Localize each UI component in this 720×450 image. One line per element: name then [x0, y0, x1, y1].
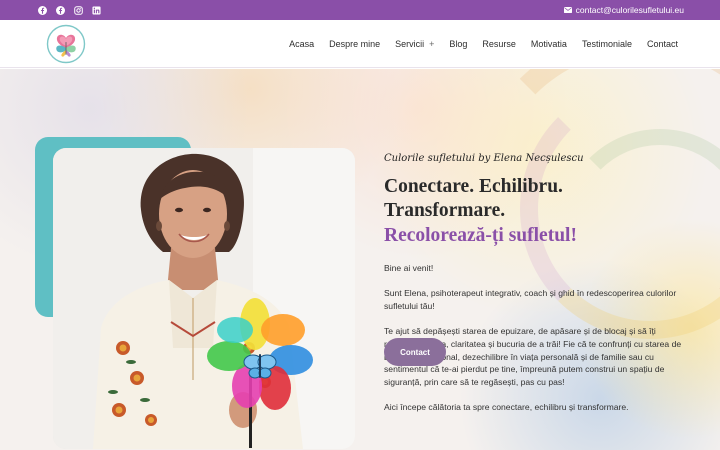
- top-bar: contact@culorilesufletului.eu: [0, 0, 720, 20]
- intro-paragraph: Bine ai venit!: [384, 263, 434, 274]
- nav-servicii[interactable]: Servicii +: [395, 39, 434, 49]
- hero-subtitle: Recolorează-ți sufletul!: [384, 224, 577, 246]
- nav-testimoniale[interactable]: Testimoniale: [582, 39, 632, 49]
- site-header: Acasa Despre mine Servicii + Blog Resurse…: [0, 20, 720, 68]
- email-link[interactable]: contact@culorilesufletului.eu: [563, 5, 684, 15]
- intro-paragraph: Sunt Elena, psihoterapeut integrativ, co…: [384, 288, 677, 311]
- nav-despre-mine-label: Despre mine: [329, 38, 381, 49]
- nav-testimoniale-label: Testimoniale: [581, 38, 632, 49]
- contact-button[interactable]: Contact: [384, 338, 446, 366]
- nav-servicii-label: Servicii: [395, 38, 425, 49]
- hero-content: Culorile sufletului by Elena Necșulescu …: [384, 153, 684, 414]
- nav-resurse[interactable]: Resurse: [482, 39, 516, 49]
- site-logo[interactable]: [46, 24, 86, 64]
- nav-blog[interactable]: Blog: [449, 39, 467, 49]
- linkedin-icon[interactable]: [92, 5, 101, 15]
- hero-section: Culorile sufletului by Elena Necșulescu …: [0, 69, 720, 450]
- nav-acasa[interactable]: Acasa: [289, 39, 314, 49]
- instagram-icon[interactable]: [74, 5, 83, 15]
- nav-acasa-label: Acasa: [289, 38, 315, 49]
- facebook-circle-icon[interactable]: [56, 5, 65, 15]
- nav-motivatia[interactable]: Motivatia: [531, 39, 567, 49]
- submenu-plus-icon[interactable]: +: [429, 39, 434, 49]
- facebook-icon[interactable]: [38, 5, 47, 15]
- nav-contact-label: Contact: [646, 38, 678, 49]
- brand-tagline: Culorile sufletului by Elena Necșulescu: [384, 153, 584, 164]
- nav-despre-mine[interactable]: Despre mine: [329, 39, 380, 49]
- portrait-photo: [53, 148, 355, 449]
- hero-title: Conectare. Echilibru. Transformare.: [384, 176, 563, 222]
- envelope-icon: [563, 7, 572, 13]
- nav-contact[interactable]: Contact: [647, 39, 678, 49]
- email-text: contact@culorilesufletului.eu: [575, 5, 684, 15]
- nav-resurse-label: Resurse: [482, 38, 516, 49]
- social-links: [38, 5, 101, 15]
- nav-motivatia-label: Motivatia: [530, 38, 567, 49]
- nav-blog-label: Blog: [449, 38, 468, 49]
- intro-paragraph: Aici începe călătoria ta spre conectare,…: [384, 402, 629, 413]
- main-nav: Acasa Despre mine Servicii + Blog Resurse…: [289, 39, 678, 49]
